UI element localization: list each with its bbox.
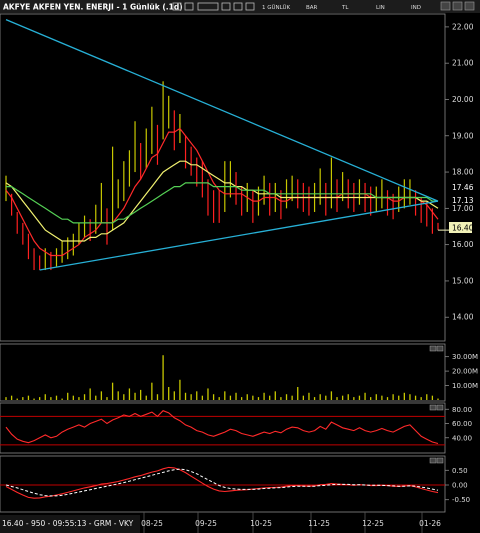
x-tick-label: 11-25 bbox=[308, 519, 330, 528]
toolbar-bar[interactable]: BAR bbox=[306, 5, 318, 11]
panel-control-icon bbox=[436, 345, 444, 352]
macd-tick-label: -0.50 bbox=[452, 496, 470, 504]
x-tick-label: 01-26 bbox=[419, 519, 441, 528]
panel-control-icon bbox=[436, 457, 444, 464]
close-icon[interactable] bbox=[464, 1, 475, 11]
moving-average-green bbox=[6, 182, 438, 224]
volume-panel bbox=[0, 343, 446, 402]
volume-tick-label: 30.00M bbox=[452, 353, 478, 361]
price-tick-label: 19.00 bbox=[452, 131, 474, 140]
price-tick-label: 14.00 bbox=[452, 313, 474, 322]
maximize-icon[interactable] bbox=[452, 1, 463, 11]
price-tick-label: 18.00 bbox=[452, 168, 474, 177]
chart-title: AKFYE AKFEN YEN. ENERJI - 1 Günlük (.1d) bbox=[3, 3, 183, 12]
x-tick-label: 08-25 bbox=[141, 519, 163, 528]
x-tick-label: 09-25 bbox=[195, 519, 217, 528]
price-tick-label: 22.00 bbox=[452, 22, 474, 31]
toolbar-currency[interactable]: TL bbox=[341, 5, 349, 11]
oscillator-line bbox=[5, 410, 439, 445]
oscillator-tick-label: 40.00 bbox=[452, 434, 472, 442]
toolbar-indicators[interactable]: IND bbox=[411, 5, 421, 11]
x-tick-label: 12-25 bbox=[362, 519, 384, 528]
macd-tick-label: 0.00 bbox=[452, 482, 468, 490]
status-text: 16.40 - 950 - 09:55:13 - GRM - VKY bbox=[2, 519, 134, 528]
volume-tick-label: 10.00M bbox=[452, 382, 478, 390]
price-tick-label: 15.00 bbox=[452, 276, 474, 285]
panel-control-icon bbox=[429, 457, 437, 464]
oscillator-tick-label: 80.00 bbox=[452, 406, 472, 414]
x-tick-label: 10-25 bbox=[250, 519, 272, 528]
panel-control-icon bbox=[429, 404, 437, 411]
oscillator-panel bbox=[0, 402, 446, 454]
value-label: 17.46 bbox=[452, 183, 474, 192]
price-tick-label: 21.00 bbox=[452, 59, 474, 68]
price-tick-label: 16.00 bbox=[452, 240, 474, 249]
macd-tick-label: 0.50 bbox=[452, 467, 468, 475]
panel-control-icon bbox=[429, 345, 437, 352]
oscillator-tick-label: 60.00 bbox=[452, 420, 472, 428]
moving-average-red bbox=[5, 127, 439, 257]
toolbar-scale[interactable]: LIN bbox=[376, 5, 385, 11]
value-label: 17.13 bbox=[452, 196, 474, 205]
price-tick-label: 17.00 bbox=[452, 204, 474, 213]
price-panel bbox=[0, 13, 446, 342]
price-tick-label: 20.00 bbox=[452, 95, 474, 104]
panel-control-icon bbox=[436, 404, 444, 411]
toolbar-period[interactable]: 1 GÜNLÜK bbox=[262, 4, 290, 11]
trend-line bbox=[5, 19, 439, 202]
last-price-label: 16.40 bbox=[452, 224, 474, 233]
minimize-icon[interactable] bbox=[440, 1, 451, 11]
stock-chart: AKFYE AKFEN YEN. ENERJI - 1 Günlük (.1d)… bbox=[0, 0, 480, 533]
macd-panel bbox=[0, 455, 446, 513]
volume-tick-label: 20.00M bbox=[452, 368, 478, 376]
